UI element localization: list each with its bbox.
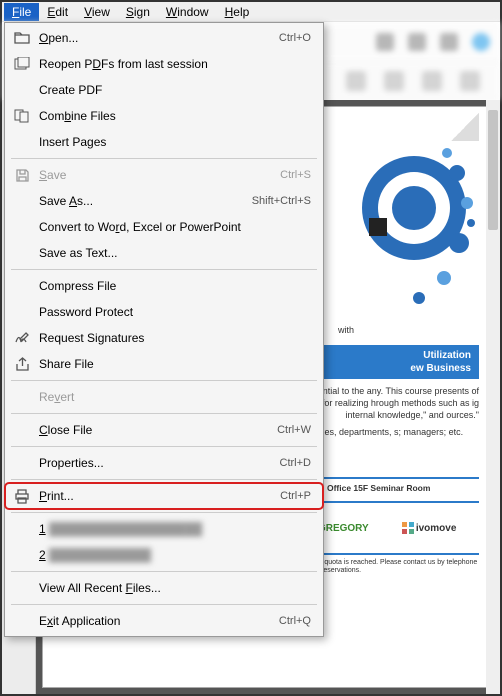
menu-request-signatures[interactable]: Request Signatures — [5, 325, 323, 351]
logo-ivomove: ivomove — [402, 522, 457, 534]
menuhead-edit[interactable]: Edit — [39, 3, 76, 21]
menuhead-file[interactable]: File — [4, 3, 39, 21]
menu-create-pdf[interactable]: Create PDF — [5, 77, 323, 103]
toolbar-icon[interactable] — [376, 33, 394, 51]
toolbar-icon[interactable] — [460, 71, 480, 91]
vertical-scrollbar[interactable] — [486, 100, 500, 694]
toolbar-icon[interactable] — [384, 71, 404, 91]
toolbar-icon[interactable] — [346, 71, 366, 91]
menu-recent-1[interactable]: 1 ██████████████████ — [5, 516, 323, 542]
menuhead-window[interactable]: Window — [158, 3, 217, 21]
signature-icon — [13, 329, 31, 347]
shortcut: Ctrl+O — [279, 32, 311, 44]
menu-save-as-text[interactable]: Save as Text... — [5, 240, 323, 266]
menu-compress-file[interactable]: Compress File — [5, 273, 323, 299]
file-menu-dropdown: Open... Ctrl+O Reopen PDFs from last ses… — [4, 22, 324, 637]
scrollbar-thumb[interactable] — [488, 110, 498, 230]
menu-reopen-pdfs[interactable]: Reopen PDFs from last session — [5, 51, 323, 77]
menuhead-sign[interactable]: Sign — [118, 3, 158, 21]
toolbar-icon[interactable] — [408, 33, 426, 51]
menuhead-view[interactable]: View — [76, 3, 118, 21]
share-icon — [13, 355, 31, 373]
menubar: File Edit View Sign Window Help — [2, 2, 500, 22]
menu-print[interactable]: Print... Ctrl+P — [5, 483, 323, 509]
toolbar-icon[interactable] — [422, 71, 442, 91]
menu-save-as[interactable]: Save As... Shift+Ctrl+S — [5, 188, 323, 214]
menu-close-file[interactable]: Close File Ctrl+W — [5, 417, 323, 443]
menu-insert-pages[interactable]: Insert Pages — [5, 129, 323, 155]
menuhead-help[interactable]: Help — [217, 3, 258, 21]
menu-combine-files[interactable]: Combine Files — [5, 103, 323, 129]
toolbar-icon[interactable] — [440, 33, 458, 51]
menu-revert: Revert — [5, 384, 323, 410]
save-icon — [13, 166, 31, 184]
printer-icon — [13, 487, 31, 505]
folder-open-icon — [13, 29, 31, 47]
toolbar-account-icon[interactable] — [472, 33, 490, 51]
menu-convert[interactable]: Convert to Word, Excel or PowerPoint — [5, 214, 323, 240]
menu-password-protect[interactable]: Password Protect — [5, 299, 323, 325]
document-graphic — [359, 113, 479, 313]
menu-save: Save Ctrl+S — [5, 162, 323, 188]
reopen-icon — [13, 55, 31, 73]
menu-view-all-recent[interactable]: View All Recent Files... — [5, 575, 323, 601]
menu-exit-application[interactable]: Exit Application Ctrl+Q — [5, 608, 323, 634]
menu-share-file[interactable]: Share File — [5, 351, 323, 377]
menu-open[interactable]: Open... Ctrl+O — [5, 25, 323, 51]
doc-intro-suffix: with — [338, 325, 354, 335]
combine-icon — [13, 107, 31, 125]
menu-properties[interactable]: Properties... Ctrl+D — [5, 450, 323, 476]
menu-recent-2[interactable]: 2 ████████████ — [5, 542, 323, 568]
